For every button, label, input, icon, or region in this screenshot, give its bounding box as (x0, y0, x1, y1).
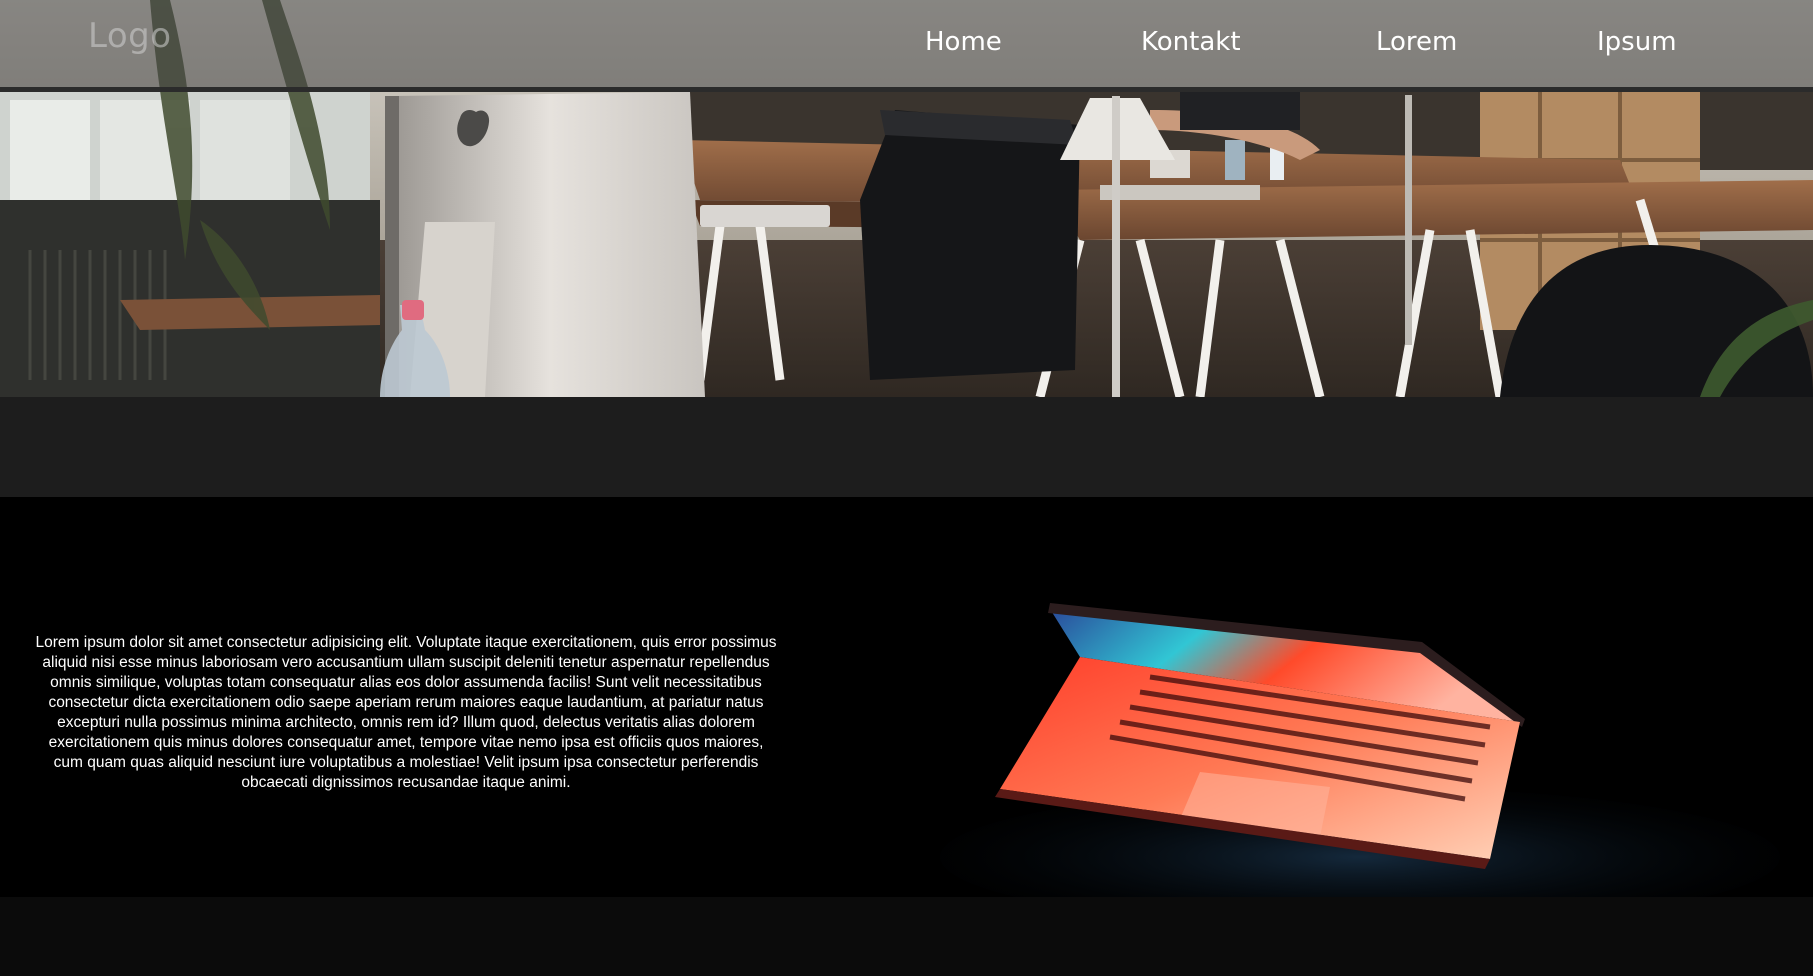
nav-lorem[interactable]: Lorem (1376, 27, 1457, 57)
logo[interactable]: Logo (88, 16, 172, 56)
page-footer-space (0, 897, 1813, 976)
spacer-band (0, 397, 1813, 497)
page: Logo Home Kontakt Lorem Ipsum Lorem ipsu… (0, 0, 1813, 976)
nav-ipsum[interactable]: Ipsum (1597, 27, 1677, 57)
navbar: Logo Home Kontakt Lorem Ipsum (0, 0, 1813, 92)
content-section: Lorem ipsum dolor sit amet consectetur a… (0, 497, 1813, 897)
nav-kontakt[interactable]: Kontakt (1141, 27, 1241, 57)
nav-home[interactable]: Home (925, 27, 1002, 57)
laptop-image (900, 497, 1813, 897)
content-paragraph: Lorem ipsum dolor sit amet consectetur a… (35, 633, 777, 791)
